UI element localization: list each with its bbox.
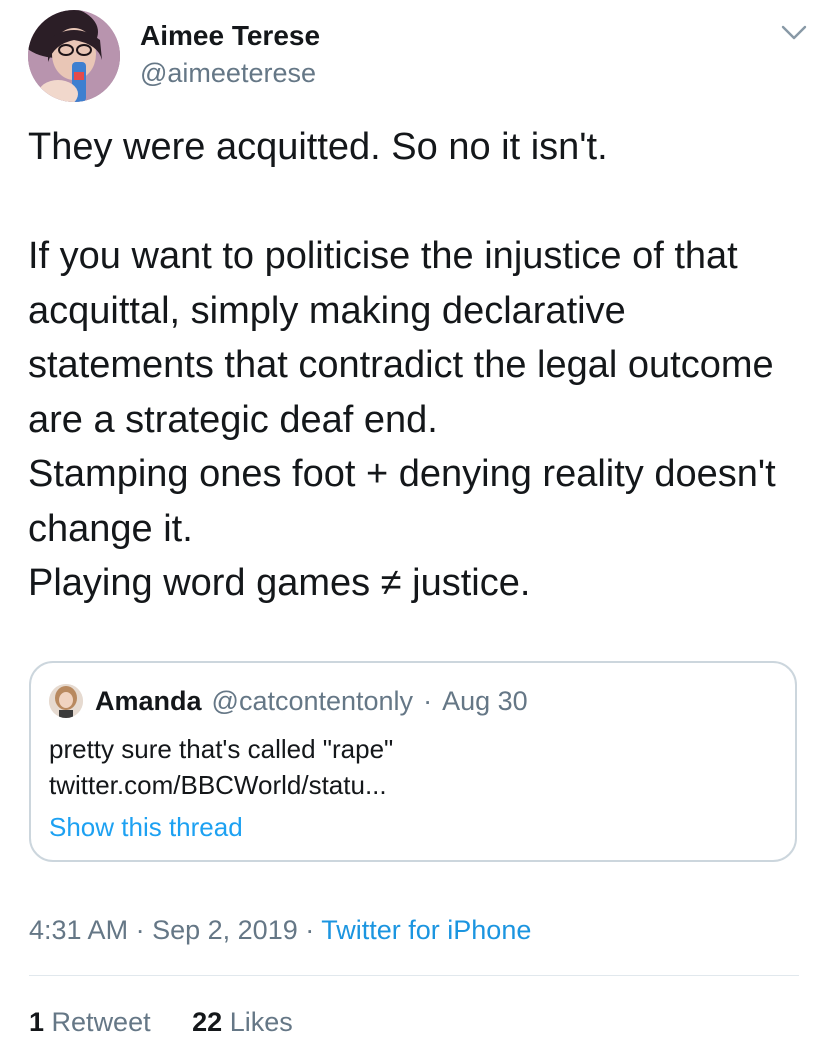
quoted-author-avatar	[49, 684, 83, 718]
likes-count: 22	[192, 1007, 223, 1037]
quoted-tweet-card[interactable]: Amanda @catcontentonly · Aug 30 pretty s…	[29, 661, 797, 862]
likes-stat[interactable]: 22 Likes	[192, 1007, 293, 1037]
likes-label: Likes	[229, 1007, 293, 1037]
stats-divider	[29, 975, 799, 976]
author-handle[interactable]: @aimeeterese	[140, 56, 320, 90]
tweet-source-link[interactable]: Twitter for iPhone	[321, 915, 531, 945]
tweet-metadata: 4:31 AM · Sep 2, 2019 · Twitter for iPho…	[29, 910, 531, 950]
chevron-down-icon[interactable]	[780, 22, 808, 44]
quoted-tweet-header: Amanda @catcontentonly · Aug 30	[49, 683, 528, 719]
quoted-tweet-body: pretty sure that's called "rape" twitter…	[49, 731, 393, 803]
show-thread-link[interactable]: Show this thread	[49, 810, 243, 844]
quoted-author-avatar-image	[49, 684, 83, 718]
author-avatar-image	[28, 10, 120, 102]
quoted-author-display-name: Amanda	[95, 685, 202, 716]
tweet-text: They were acquitted. So no it isn't. If …	[28, 126, 776, 604]
quoted-tweet-link[interactable]: twitter.com/BBCWorld/statu...	[49, 767, 393, 803]
retweets-stat[interactable]: 1 Retweet	[29, 1007, 151, 1037]
retweets-count: 1	[29, 1007, 45, 1037]
author-avatar[interactable]	[28, 10, 120, 102]
meta-separator: ·	[135, 915, 145, 945]
author-display-name[interactable]: Aimee Terese	[140, 20, 320, 52]
quoted-meta-separator: ·	[423, 685, 433, 716]
quoted-tweet-text-line: pretty sure that's called "rape"	[49, 734, 394, 764]
retweets-label: Retweet	[51, 1007, 151, 1037]
tweet-date[interactable]: Sep 2, 2019	[152, 915, 298, 945]
quoted-tweet-date: Aug 30	[442, 685, 528, 716]
tweet-time[interactable]: 4:31 AM	[29, 915, 128, 945]
author-names: Aimee Terese @aimeeterese	[140, 20, 320, 90]
tweet-header: Aimee Terese @aimeeterese	[28, 10, 808, 102]
meta-separator: ·	[305, 915, 315, 945]
quoted-author-handle: @catcontentonly	[211, 685, 414, 716]
